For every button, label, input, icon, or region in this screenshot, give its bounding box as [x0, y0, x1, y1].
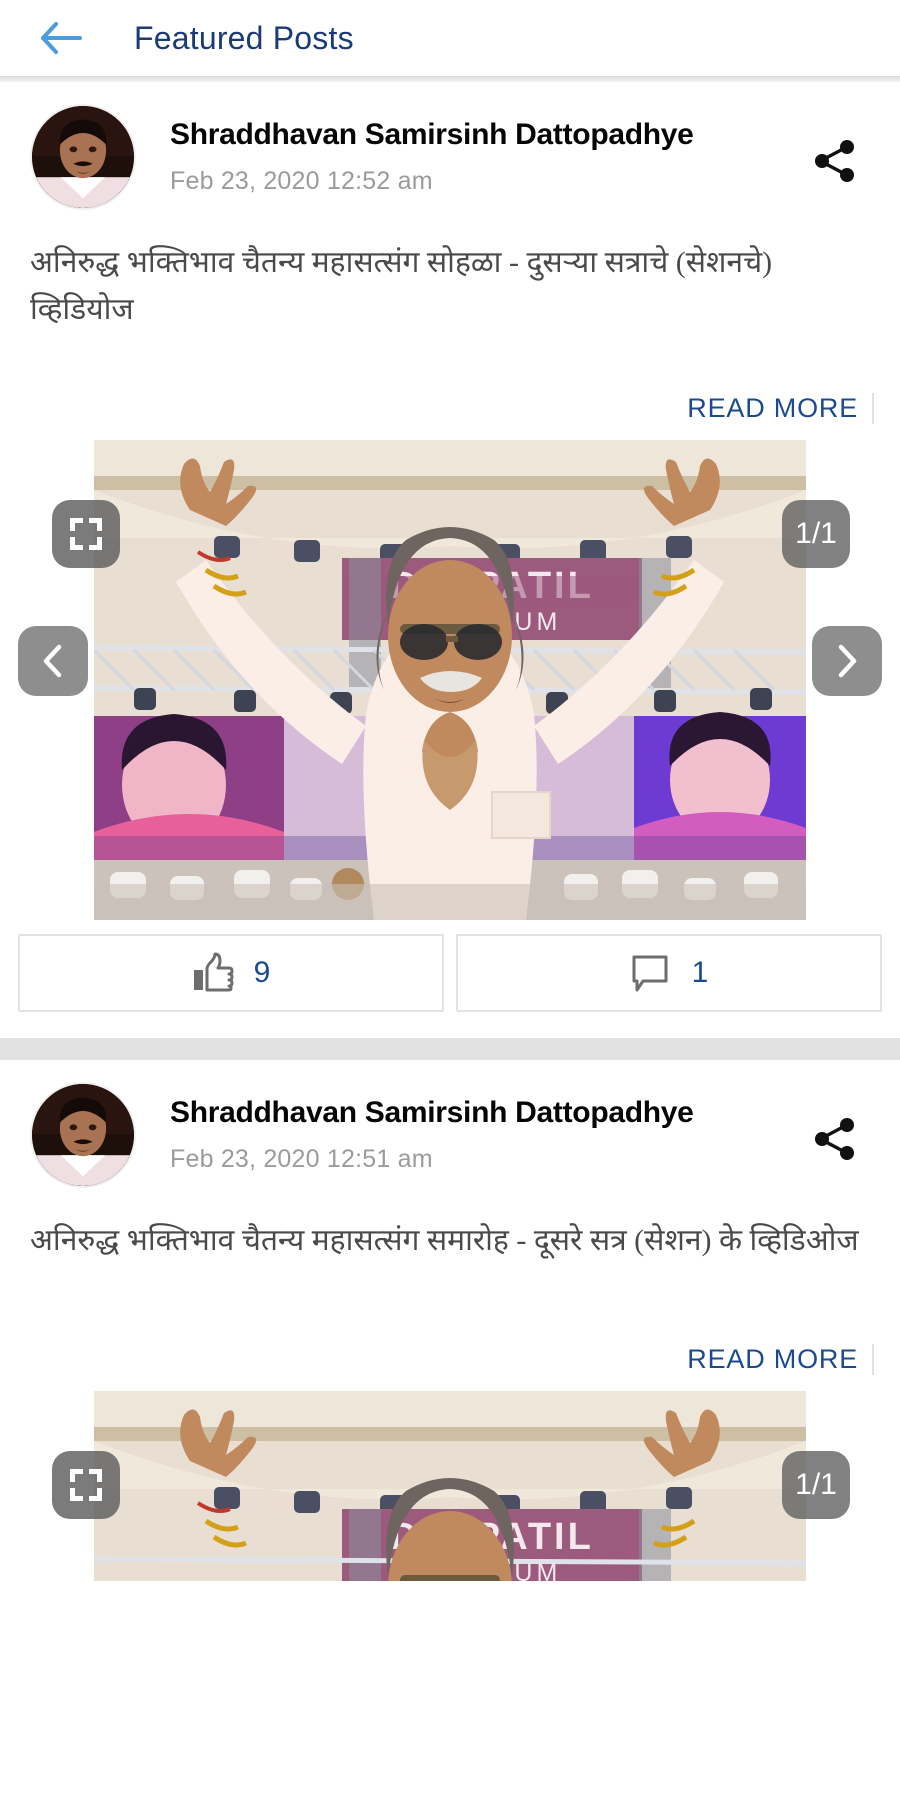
post-feed: Shraddhavan Samirsinh Dattopadhye Feb 23…: [0, 82, 900, 1585]
carousel-prev-button[interactable]: [18, 626, 88, 696]
app-bar: Featured Posts: [0, 0, 900, 76]
post-media-carousel[interactable]: D Y PATIL STADIUM: [0, 440, 900, 920]
fullscreen-icon: [70, 1469, 102, 1501]
post-author-block: Shraddhavan Samirsinh Dattopadhye Feb 23…: [170, 1082, 804, 1174]
post-actions: 9 1: [0, 920, 900, 1034]
chevron-left-icon: [43, 644, 62, 678]
carousel-next-button[interactable]: [812, 626, 882, 696]
author-name[interactable]: Shraddhavan Samirsinh Dattopadhye: [170, 118, 804, 153]
carousel-image[interactable]: D Y PATIL STADIUM: [94, 1391, 806, 1581]
comment-icon: [632, 955, 668, 992]
thumbs-up-icon: [193, 952, 234, 992]
carousel-image[interactable]: D Y PATIL STADIUM: [94, 440, 806, 920]
avatar-image: [32, 1084, 134, 1186]
avatar[interactable]: [30, 1082, 136, 1188]
post-author-block: Shraddhavan Samirsinh Dattopadhye Feb 23…: [170, 104, 804, 196]
carousel-counter: 1/1: [782, 500, 850, 568]
post-header: Shraddhavan Samirsinh Dattopadhye Feb 23…: [0, 82, 900, 210]
chevron-right-icon: [838, 644, 857, 678]
like-button[interactable]: 9: [18, 934, 444, 1012]
author-name[interactable]: Shraddhavan Samirsinh Dattopadhye: [170, 1096, 804, 1131]
comment-count: 1: [691, 956, 709, 989]
post-card: Shraddhavan Samirsinh Dattopadhye Feb 23…: [0, 82, 900, 1038]
comment-button[interactable]: 1: [456, 934, 882, 1012]
like-count: 9: [253, 956, 271, 989]
post-timestamp: Feb 23, 2020 12:52 am: [170, 166, 433, 195]
read-more-row: READ MORE: [0, 1284, 900, 1391]
share-button[interactable]: [804, 1108, 866, 1170]
share-icon: [815, 1118, 854, 1160]
avatar[interactable]: [30, 104, 136, 210]
fullscreen-button[interactable]: [52, 1451, 120, 1519]
post-separator: [0, 1038, 900, 1060]
post-text: अनिरुद्ध भक्तिभाव चैतन्य महासत्संग सोहळा…: [30, 246, 773, 326]
post-media-carousel[interactable]: D Y PATIL STADIUM: [0, 1391, 900, 1581]
carousel-counter: 1/1: [782, 1451, 850, 1519]
fullscreen-button[interactable]: [52, 500, 120, 568]
back-button[interactable]: [38, 15, 84, 61]
media-photo: D Y PATIL STADIUM: [94, 440, 806, 920]
post-card: Shraddhavan Samirsinh Dattopadhye Feb 23…: [0, 1060, 900, 1585]
post-header: Shraddhavan Samirsinh Dattopadhye Feb 23…: [0, 1060, 900, 1188]
post-text: अनिरुद्ध भक्तिभाव चैतन्य महासत्संग समारो…: [30, 1224, 859, 1257]
page-title: Featured Posts: [134, 19, 354, 56]
read-more-link[interactable]: READ MORE: [687, 1344, 874, 1375]
share-button[interactable]: [804, 130, 866, 192]
fullscreen-icon: [70, 518, 102, 550]
arrow-left-icon: [41, 22, 82, 54]
read-more-row: READ MORE: [0, 333, 900, 440]
post-timestamp: Feb 23, 2020 12:51 am: [170, 1144, 433, 1173]
share-icon: [815, 140, 854, 182]
read-more-link[interactable]: READ MORE: [687, 393, 874, 424]
avatar-image: [32, 106, 134, 208]
media-photo: D Y PATIL STADIUM: [94, 1391, 806, 1581]
